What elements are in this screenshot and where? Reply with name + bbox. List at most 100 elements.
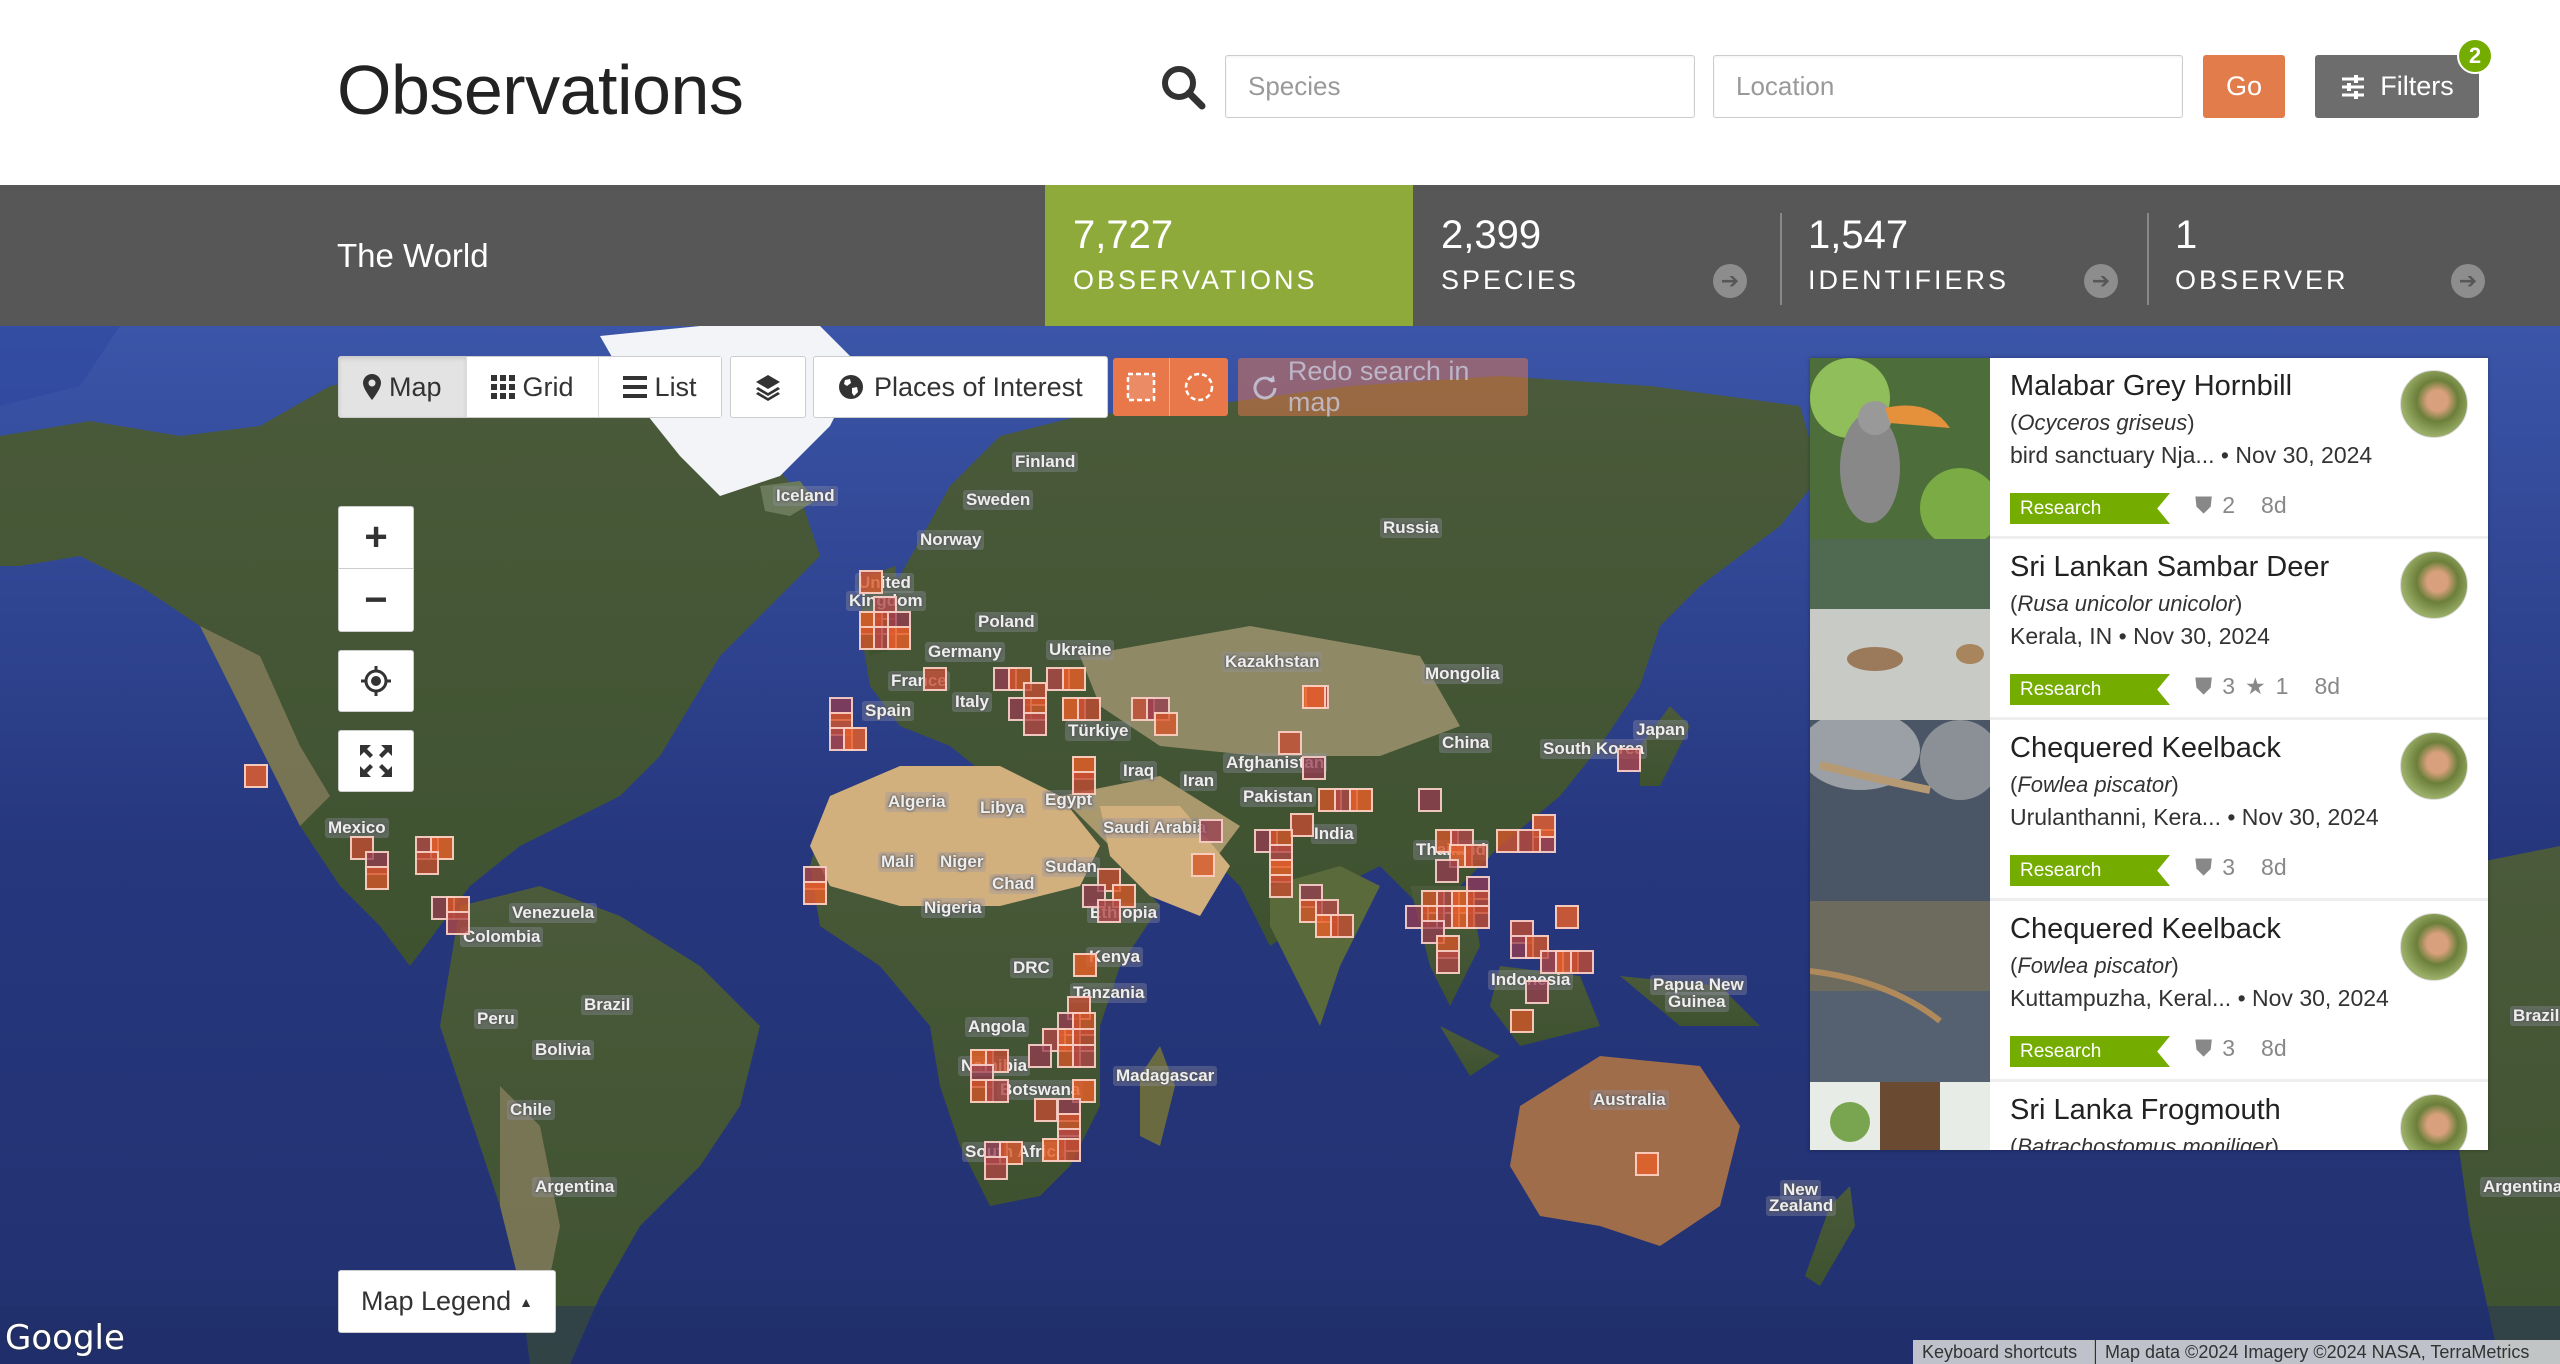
- observation-grid-cell[interactable]: [1570, 950, 1594, 974]
- species-input[interactable]: [1225, 55, 1695, 118]
- observation-grid-cell[interactable]: [1072, 1044, 1096, 1068]
- observation-photo[interactable]: [1810, 539, 1990, 720]
- common-name[interactable]: Chequered Keelback: [2010, 913, 2281, 946]
- zoom-out-button[interactable]: −: [339, 569, 413, 631]
- tab-list[interactable]: List: [598, 357, 721, 417]
- observation-grid-cell[interactable]: [1464, 844, 1488, 868]
- map-country-label: Argentina: [532, 1177, 618, 1197]
- observation-grid-cell[interactable]: [1466, 905, 1490, 929]
- observation-grid-cell[interactable]: [985, 1079, 1009, 1103]
- date: Nov 30, 2024: [2235, 442, 2373, 468]
- go-button[interactable]: Go: [2203, 55, 2285, 118]
- filters-count-badge: 2: [2457, 38, 2493, 74]
- map-country-label: Colombia: [460, 927, 544, 947]
- stat-species[interactable]: 2,399 SPECIES ➔: [1413, 185, 1781, 326]
- observer-avatar[interactable]: [2400, 370, 2468, 438]
- observation-grid-cell[interactable]: [1191, 853, 1215, 877]
- observation-grid-cell[interactable]: [415, 851, 439, 875]
- observation-grid-cell[interactable]: [1034, 1098, 1058, 1122]
- location-input[interactable]: [1713, 55, 2183, 118]
- observation-grid-cell[interactable]: [1057, 1138, 1081, 1162]
- stat-identifiers[interactable]: 1,547 IDENTIFIERS ➔: [1780, 185, 2148, 326]
- observation-grid-cell[interactable]: [887, 626, 911, 650]
- draw-rectangle-button[interactable]: [1113, 358, 1170, 416]
- observer-avatar[interactable]: [2400, 913, 2468, 981]
- observer-avatar[interactable]: [2400, 1094, 2468, 1150]
- observation-grid-cell[interactable]: [1330, 914, 1354, 938]
- zoom-in-button[interactable]: +: [339, 507, 413, 569]
- observation-grid-cell[interactable]: [1418, 788, 1442, 812]
- map-legend-button[interactable]: Map Legend ▲: [338, 1270, 556, 1333]
- fullscreen-button[interactable]: [338, 730, 414, 792]
- map-country-label: China: [1439, 733, 1493, 753]
- arrow-right-icon[interactable]: ➔: [2451, 264, 2485, 298]
- observation-grid-cell[interactable]: [1435, 859, 1459, 883]
- observation-list[interactable]: Malabar Grey Hornbill (Ocyceros griseus)…: [1810, 358, 2488, 1150]
- observer-avatar[interactable]: [2400, 551, 2468, 619]
- stat-observers[interactable]: 1 OBSERVER ➔: [2147, 185, 2560, 326]
- observation-grid-cell[interactable]: [1028, 1044, 1052, 1068]
- locate-button[interactable]: [338, 650, 414, 712]
- observation-grid-cell[interactable]: [1510, 1009, 1534, 1033]
- observation-item[interactable]: Malabar Grey Hornbill (Ocyceros griseus)…: [1810, 358, 2488, 539]
- observation-item[interactable]: Sri Lanka Frogmouth (Batrachostomus moni…: [1810, 1082, 2488, 1150]
- stat-observations[interactable]: 7,727 OBSERVATIONS: [1045, 185, 1413, 326]
- observation-grid-cell[interactable]: [1154, 712, 1178, 736]
- minus-icon: −: [364, 577, 388, 622]
- common-name[interactable]: Chequered Keelback: [2010, 732, 2281, 765]
- observation-grid-cell[interactable]: [446, 911, 470, 935]
- common-name[interactable]: Sri Lankan Sambar Deer: [2010, 551, 2329, 584]
- observation-photo[interactable]: [1810, 720, 1990, 901]
- observation-item[interactable]: Sri Lankan Sambar Deer (Rusa unicolor un…: [1810, 539, 2488, 720]
- observation-grid-cell[interactable]: [244, 764, 268, 788]
- observation-photo[interactable]: [1810, 901, 1990, 1082]
- observation-grid-cell[interactable]: [1302, 685, 1326, 709]
- observation-item[interactable]: Chequered Keelback (Fowlea piscator) Uru…: [1810, 720, 2488, 901]
- observation-meta: bird sanctuary Nja... • Nov 30, 2024: [2010, 442, 2373, 468]
- observation-grid-cell[interactable]: [1073, 953, 1097, 977]
- observation-item[interactable]: Chequered Keelback (Fowlea piscator) Kut…: [1810, 901, 2488, 1082]
- tab-grid[interactable]: Grid: [466, 357, 599, 417]
- draw-circle-button[interactable]: [1170, 358, 1227, 416]
- observation-grid-cell[interactable]: [1023, 712, 1047, 736]
- observation-grid-cell[interactable]: [1097, 899, 1121, 923]
- filters-button[interactable]: Filters: [2315, 55, 2479, 118]
- common-name[interactable]: Sri Lanka Frogmouth: [2010, 1094, 2281, 1127]
- filters-label: Filters: [2380, 71, 2454, 101]
- places-of-interest-button[interactable]: Places of Interest: [813, 356, 1108, 418]
- observation-grid-cell[interactable]: [859, 570, 883, 594]
- observation-grid-cell[interactable]: [1436, 950, 1460, 974]
- observation-grid-cell[interactable]: [1349, 788, 1373, 812]
- observation-grid-cell[interactable]: [1077, 697, 1101, 721]
- observation-grid-cell[interactable]: [984, 1156, 1008, 1180]
- observation-grid-cell[interactable]: [1517, 829, 1541, 853]
- map-country-label: Angola: [965, 1017, 1029, 1037]
- observation-grid-cell[interactable]: [1278, 731, 1302, 755]
- redo-search-button[interactable]: Redo search in map: [1238, 356, 1528, 417]
- layers-button[interactable]: [730, 356, 806, 418]
- observation-grid-cell[interactable]: [923, 667, 947, 691]
- observation-grid-cell[interactable]: [1525, 980, 1549, 1004]
- observation-grid-cell[interactable]: [1199, 819, 1223, 843]
- observation-grid-cell[interactable]: [803, 881, 827, 905]
- observation-grid-cell[interactable]: [1290, 813, 1314, 837]
- observation-grid-cell[interactable]: [1555, 905, 1579, 929]
- observation-grid-cell[interactable]: [1302, 756, 1326, 780]
- tab-map[interactable]: Map: [339, 357, 467, 417]
- observation-grid-cell[interactable]: [1635, 1152, 1659, 1176]
- caret-up-icon: ▲: [519, 1293, 533, 1310]
- observation-grid-cell[interactable]: [365, 866, 389, 890]
- observation-grid-cell[interactable]: [843, 727, 867, 751]
- common-name[interactable]: Malabar Grey Hornbill: [2010, 370, 2292, 403]
- keyboard-shortcuts-link[interactable]: Keyboard shortcuts: [1913, 1340, 2095, 1364]
- arrow-right-icon[interactable]: ➔: [2084, 264, 2118, 298]
- observation-grid-cell[interactable]: [1617, 748, 1641, 772]
- observation-grid-cell[interactable]: [1072, 771, 1096, 795]
- observer-avatar[interactable]: [2400, 732, 2468, 800]
- arrow-right-icon[interactable]: ➔: [1713, 264, 1747, 298]
- observation-photo[interactable]: [1810, 1082, 1990, 1150]
- observation-grid-cell[interactable]: [1062, 667, 1086, 691]
- observation-grid-cell[interactable]: [1269, 874, 1293, 898]
- map-data-attribution[interactable]: Map data ©2024 Imagery ©2024 NASA, Terra…: [2096, 1340, 2560, 1364]
- observation-photo[interactable]: [1810, 358, 1990, 539]
